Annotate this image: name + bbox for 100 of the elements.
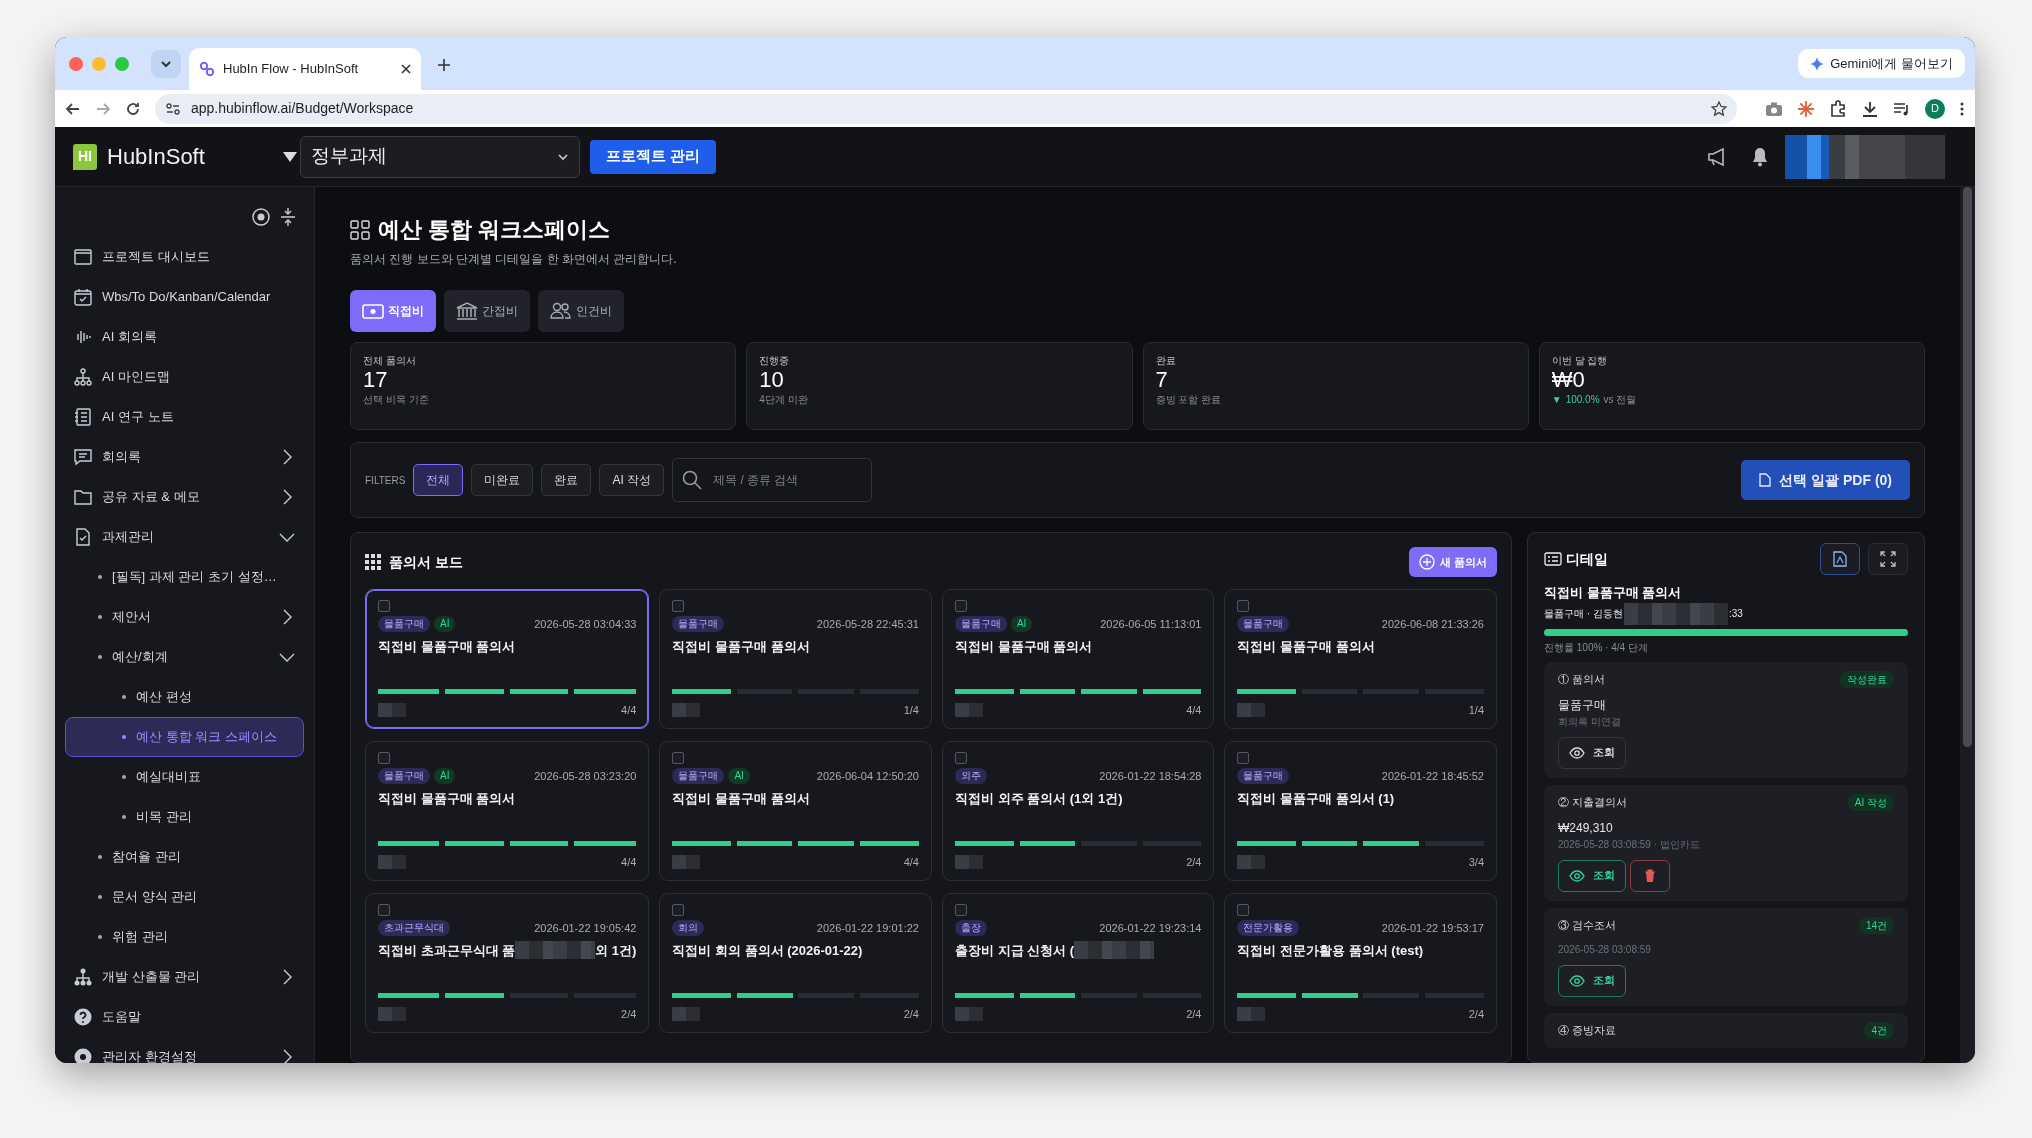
tab[interactable]: 인건비 xyxy=(538,290,624,332)
back-icon[interactable] xyxy=(65,100,81,117)
asterisk-icon[interactable] xyxy=(1797,99,1815,118)
sidebar-item[interactable]: 위험 관리 xyxy=(65,917,304,957)
sidebar-item[interactable]: 회의록 xyxy=(65,437,304,477)
detail-title: 디테일 xyxy=(1566,549,1608,569)
url-text: app.hubinflow.ai/Budget/Workspace xyxy=(191,99,415,118)
checkbox[interactable] xyxy=(954,904,967,916)
sidebar-item[interactable]: Wbs/To Do/Kanban/Calendar xyxy=(65,277,304,317)
star-icon[interactable] xyxy=(1711,100,1727,117)
site-settings-icon[interactable] xyxy=(165,100,181,117)
checkbox[interactable] xyxy=(378,600,390,612)
tab[interactable]: 간접비 xyxy=(444,290,530,332)
caret-down-icon[interactable] xyxy=(283,151,297,162)
checkbox[interactable] xyxy=(672,752,685,764)
close-icon[interactable] xyxy=(401,64,411,74)
address-bar[interactable]: app.hubinflow.ai/Budget/Workspace xyxy=(155,93,1737,124)
request-card[interactable]: 물품구매 2026-06-08 21:33:26 직접비 물품구매 품의서 1/4 xyxy=(1224,589,1497,729)
request-card[interactable]: 전문가활용 2026-01-22 19:53:17 직접비 전문가활용 품의서 (test) 2/4 xyxy=(1224,893,1497,1033)
bullet-icon xyxy=(122,775,126,779)
sidebar-item[interactable]: 관리자 환경설정 xyxy=(65,1037,304,1063)
sidebar-item[interactable]: 예산 편성 xyxy=(65,677,304,717)
project-select[interactable]: 정부과제 xyxy=(300,135,580,178)
camera-icon[interactable] xyxy=(1765,100,1783,117)
view-button[interactable]: 조회 xyxy=(1558,964,1626,997)
sidebar-item[interactable]: 예산/회계 xyxy=(65,637,304,677)
calendar-check-icon xyxy=(74,288,92,306)
request-card[interactable]: 초과근무식대 2026-01-22 19:05:42 직접비 초과근무식대 품 외 1건) 2/4 xyxy=(365,893,650,1033)
checklist-icon xyxy=(1544,552,1562,566)
request-card[interactable]: 출장 2026-01-22 19:23:14 출장비 지급 신청서 ( 2/4 xyxy=(941,893,1215,1033)
filter-chip[interactable]: AI 작성 xyxy=(599,464,665,496)
new-request-button[interactable]: 새 품의서 xyxy=(1408,547,1497,577)
target-icon[interactable] xyxy=(252,208,270,226)
checkbox[interactable] xyxy=(1237,600,1250,612)
checkbox[interactable] xyxy=(672,600,685,612)
checkbox[interactable] xyxy=(1237,904,1250,916)
checkbox[interactable] xyxy=(378,752,390,764)
filter-chip[interactable]: 완료 xyxy=(541,464,592,496)
project-manage-button[interactable]: 프로젝트 관리 xyxy=(590,139,717,174)
more-icon[interactable] xyxy=(1959,100,1965,117)
pdf-button[interactable] xyxy=(1820,543,1860,575)
bell-icon[interactable] xyxy=(1751,146,1769,167)
redacted-block xyxy=(954,854,983,869)
request-card[interactable]: 물품구매 AI 2026-06-04 12:50:20 직접비 물품구매 품의서 4/4 xyxy=(659,741,932,881)
browser-tab[interactable]: HubIn Flow - HubInSoft xyxy=(189,48,421,90)
ai-tag: AI xyxy=(434,616,456,633)
gemini-button[interactable]: Gemini에게 물어보기 xyxy=(1798,48,1965,79)
checkbox[interactable] xyxy=(672,904,685,916)
user-menu[interactable] xyxy=(1785,134,1945,179)
sidebar-item[interactable]: 제안서 xyxy=(65,597,304,637)
search-field[interactable]: 제목 / 종류 검색 xyxy=(672,458,873,502)
card-date: 2026-01-22 19:53:17 xyxy=(1381,921,1484,936)
bullet-icon xyxy=(122,735,126,739)
sidebar-item[interactable]: AI 회의록 xyxy=(65,317,304,357)
collapse-icon[interactable] xyxy=(280,207,296,227)
card-date: 2026-01-22 18:45:52 xyxy=(1381,769,1484,784)
sidebar-item[interactable]: 개발 산출물 관리 xyxy=(65,957,304,997)
sidebar-item[interactable]: [필독] 과제 관리 초기 설정… xyxy=(65,557,304,597)
tab[interactable]: 직접비 xyxy=(350,290,436,332)
profile-avatar[interactable]: D xyxy=(1925,98,1945,119)
puzzle-icon[interactable] xyxy=(1829,99,1847,118)
checkbox[interactable] xyxy=(954,600,967,612)
sidebar-item[interactable]: 공유 자료 & 메모 xyxy=(65,477,304,517)
reload-icon[interactable] xyxy=(125,100,141,117)
bulk-pdf-button[interactable]: 선택 일괄 PDF (0) xyxy=(1741,460,1910,500)
stat-value: 17 xyxy=(363,368,389,393)
request-card[interactable]: 물품구매 AI 2026-05-28 03:04:33 직접비 물품구매 품의서 4/4 xyxy=(365,589,650,729)
sidebar-item[interactable]: 문서 양식 관리 xyxy=(65,877,304,917)
expand-button[interactable] xyxy=(1868,543,1908,575)
redacted-block xyxy=(672,702,701,717)
delete-button[interactable] xyxy=(1630,859,1670,892)
sidebar-item[interactable]: 예산 통합 워크 스페이스 xyxy=(65,717,304,757)
redacted-block xyxy=(1237,702,1266,717)
checkbox[interactable] xyxy=(1237,752,1250,764)
view-button[interactable]: 조회 xyxy=(1558,736,1626,769)
sidebar-item[interactable]: 과제관리 xyxy=(65,517,304,557)
sidebar-item[interactable]: 비목 관리 xyxy=(65,797,304,837)
view-button[interactable]: 조회 xyxy=(1558,859,1626,892)
request-card[interactable]: 외주 2026-01-22 18:54:28 직접비 외주 품의서 (1외 1건) 2/4 xyxy=(941,741,1215,881)
media-list-icon[interactable] xyxy=(1893,100,1911,117)
download-icon[interactable] xyxy=(1861,99,1879,118)
sidebar-item[interactable]: 프로젝트 대시보드 xyxy=(65,237,304,277)
scrollbar[interactable] xyxy=(1960,187,1975,1063)
request-card[interactable]: 물품구매 2026-05-28 22:45:31 직접비 물품구매 품의서 1/4 xyxy=(659,589,932,729)
sidebar-item[interactable]: 참여율 관리 xyxy=(65,837,304,877)
request-card[interactable]: 물품구매 2026-01-22 18:45:52 직접비 물품구매 품의서 (1) 3/4 xyxy=(1224,741,1497,881)
eye-icon xyxy=(1569,869,1585,882)
sidebar-item[interactable]: 도움말 xyxy=(65,997,304,1037)
filter-chip[interactable]: 미완료 xyxy=(471,464,534,496)
tab-list-button[interactable] xyxy=(151,49,181,78)
filter-chip[interactable]: 전체 xyxy=(413,464,464,496)
checkbox[interactable] xyxy=(378,904,390,916)
sidebar-item[interactable]: AI 연구 노트 xyxy=(65,397,304,437)
sidebar-item[interactable]: 예실대비표 xyxy=(65,757,304,797)
request-card[interactable]: 물품구매 AI 2026-06-05 11:13:01 직접비 물품구매 품의서 4/4 xyxy=(941,589,1215,729)
checkbox[interactable] xyxy=(954,752,967,764)
request-card[interactable]: 회의 2026-01-22 19:01:22 직접비 회의 품의서 (2026-01-22) 2/4 xyxy=(659,893,932,1033)
redacted-block xyxy=(378,1006,406,1021)
sidebar-item[interactable]: AI 마인드맵 xyxy=(65,357,304,397)
request-card[interactable]: 물품구매 AI 2026-05-28 03:23:20 직접비 물품구매 품의서 4/4 xyxy=(365,741,650,881)
